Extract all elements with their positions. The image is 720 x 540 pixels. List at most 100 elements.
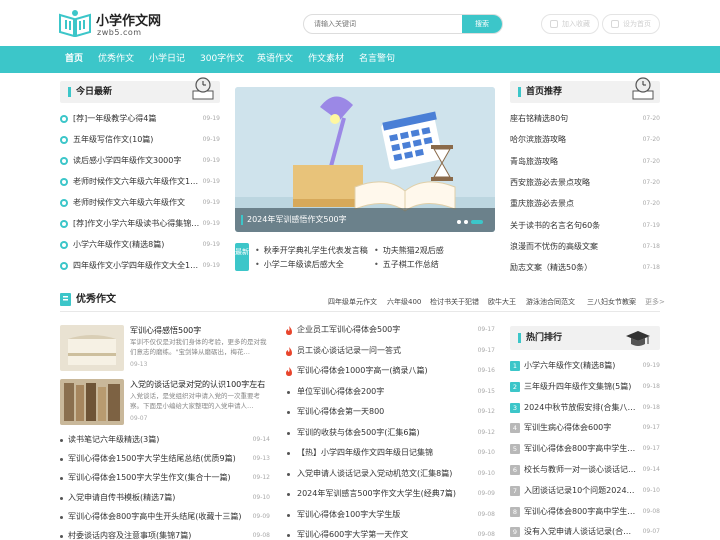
recommend-title: 首页推荐 (526, 87, 563, 97)
essay-item[interactable]: 入党申请人谈话记录入党动机范文(汇集8篇) 09-10 (285, 466, 495, 482)
essay-item[interactable]: 军训的收获与体会500字(汇集6篇) 09-12 (285, 425, 495, 441)
latest-item[interactable]: 四年级作文小学四年级作文大全1… 09-19 (60, 258, 220, 274)
ranking-item[interactable]: 4 军训生病心得体会600字 09-17 (510, 420, 660, 436)
nav-item-diary[interactable]: 小学日记 (149, 46, 185, 73)
recommend-item[interactable]: 座右铭精选80句 07-20 (510, 111, 660, 127)
carousel-dots[interactable] (454, 217, 483, 226)
book-icon (60, 293, 71, 306)
bullet-icon (60, 477, 63, 481)
newest-badge: 最新 (235, 243, 249, 271)
nav-item-300[interactable]: 300字作文 (200, 46, 244, 73)
essay-item[interactable]: 军训心得体会100字大学生版 09-08 (285, 507, 495, 523)
essay-item[interactable]: 军训心得体会1500字大学生作文(集合十一篇) 09-12 (60, 470, 270, 486)
essay-item[interactable]: 军训心得体会1500字大学生结尾总结(优质9篇) 09-13 (60, 451, 270, 467)
tag-link[interactable]: 四年级单元作文 (328, 297, 377, 307)
essay-item-text: 企业员工军训心得体会500字 (297, 325, 401, 334)
latest-item[interactable]: 五年级写信作文(10篇) 09-19 (60, 132, 220, 148)
site-title: 小学作文网 (96, 14, 162, 29)
latest-item[interactable]: [荐]一年级教学心得4篇 09-19 (60, 111, 220, 127)
essay-item-text: 军训心得体会800字高中生开头结尾(收藏十三篇) (68, 511, 242, 521)
carousel-dot[interactable] (457, 220, 461, 224)
newest-link[interactable]: 五子棋工作总结 (374, 259, 439, 270)
latest-item-date: 09-19 (202, 199, 220, 206)
tag-link[interactable]: 三八妇女节教案 (587, 297, 636, 307)
recommend-item[interactable]: 西安旅游必去景点攻略 07-20 (510, 175, 660, 191)
essay-card[interactable]: 入党的谈话记录对党的认识100字左右 入党谈话，是党组织对申请入党的一次重要考察… (60, 379, 265, 425)
ranking-item[interactable]: 1 小学六年级作文(精选8篇) 09-19 (510, 358, 660, 374)
essay-item[interactable]: 读书笔记六年级精选(3篇) 09-14 (60, 432, 270, 448)
ranking-item[interactable]: 5 军训心得体会800字高中学生… 09-17 (510, 441, 660, 457)
essay-card-title: 军训心得感悟500字 (130, 326, 202, 335)
essay-item[interactable]: 军训心得体会1000字高一(摘录八篇) 09-16 (285, 363, 495, 379)
essay-item[interactable]: 2024年军训感言500字作文大学生(经典7篇) 09-09 (285, 486, 495, 502)
latest-item[interactable]: 小学六年级作文(精选8篇) 09-19 (60, 237, 220, 253)
latest-item[interactable]: 老师时候作文六年级六年级作文 09-19 (60, 195, 220, 211)
essay-item[interactable]: 员工谈心谈话记录一问一答式 09-17 (285, 343, 495, 359)
recommend-item[interactable]: 关于读书的名言名句60条 07-19 (510, 218, 660, 234)
nav-item-home[interactable]: 首页 (65, 46, 83, 73)
essay-item-date: 09-10 (252, 493, 270, 501)
essay-item[interactable]: 军训心得600字大学第一天作文 09-08 (285, 527, 495, 540)
recommend-item[interactable]: 哈尔滨旅游攻略 07-20 (510, 132, 660, 148)
essay-item[interactable]: 军训心得体会800字高中生开头结尾(收藏十三篇) 09-09 (60, 509, 270, 525)
latest-item[interactable]: 老师时候作文六年级六年级作文1… 09-19 (60, 174, 220, 190)
nav-item-material[interactable]: 作文素材 (308, 46, 344, 73)
latest-item[interactable]: [荐]作文小学六年级读书心得集锦… 09-19 (60, 216, 220, 232)
accent-bar (241, 215, 243, 225)
recommend-item-date: 07-20 (642, 136, 660, 144)
recommend-item[interactable]: 青岛旅游攻略 07-20 (510, 154, 660, 170)
site-logo[interactable]: 小学作文网 zwb5.com (58, 9, 178, 39)
hero-banner[interactable]: 2024年军训感悟作文500字 (235, 87, 495, 232)
tag-link[interactable]: 检讨书关于犯错 (430, 297, 479, 307)
alarm-clock-icon (192, 77, 214, 100)
add-favorite-button[interactable]: 加入收藏 (541, 14, 599, 34)
essay-item-date: 09-10 (477, 469, 495, 477)
recommend-item-text: 座右铭精选80句 (510, 114, 569, 123)
nav-item-quotes[interactable]: 名言警句 (359, 46, 395, 73)
fire-icon (286, 346, 292, 356)
essay-card[interactable]: 军训心得感悟500字 军训不仅仅是对我们身体的考验，更多的是对我们意志的磨练。"… (60, 325, 267, 371)
banner-caption-bar: 2024年军训感悟作文500字 (235, 208, 495, 232)
tag-link[interactable]: 六年级400 (387, 297, 421, 307)
ranking-item-date: 09-17 (642, 445, 660, 453)
ranking-item[interactable]: 6 校长与教师一对一谈心谈话记… 09-14 (510, 462, 660, 478)
recommend-item[interactable]: 励志文案（精选50条） 07-18 (510, 260, 660, 276)
fire-icon (286, 367, 292, 376)
latest-item-date: 09-19 (202, 178, 220, 185)
newest-link[interactable]: 秋季开学典礼学生代表发言稿 (255, 245, 368, 256)
search-button[interactable]: 搜索 (462, 15, 502, 33)
latest-item[interactable]: 读后感小学四年级作文3000字 09-19 (60, 153, 220, 169)
nav-item-english[interactable]: 英语作文 (257, 46, 293, 73)
essay-card-desc: 入党谈话，是党组织对申请入党的一次重要考察。下面是小编给大家整理的入党申请人… (130, 392, 260, 410)
newest-link[interactable]: 功夫熊猫2观后感 (374, 245, 444, 256)
carousel-dot-active[interactable] (471, 220, 483, 224)
newest-link[interactable]: 小学二年级读后感大全 (255, 259, 344, 270)
rank-number: 4 (510, 423, 520, 434)
ranking-item[interactable]: 9 没有入党申请人谈话记录(合集… 09-07 (510, 524, 660, 540)
essay-item[interactable]: 军训心得体会第一天800 09-12 (285, 404, 495, 420)
tag-link[interactable]: 欧牛大王 (488, 297, 516, 307)
ranking-item[interactable]: 7 入团谈话记录10个问题2024(… 09-10 (510, 483, 660, 499)
carousel-dot[interactable] (464, 220, 468, 224)
latest-item-text: 四年级作文小学四年级作文大全1… (73, 261, 199, 270)
essay-item[interactable]: 企业员工军训心得体会500字 09-17 (285, 322, 495, 338)
essay-item[interactable]: 入党申请自传书模板(精选7篇) 09-10 (60, 490, 270, 506)
ranking-item[interactable]: 3 2024中秋节放假安排(合集八篇) 09-18 (510, 400, 660, 416)
search-input[interactable] (304, 15, 464, 33)
set-homepage-button[interactable]: 设为首页 (602, 14, 660, 34)
nav-item-excellent[interactable]: 优秀作文 (98, 46, 134, 73)
fire-icon (286, 326, 292, 335)
graduation-cap-icon (626, 331, 650, 346)
more-link[interactable]: 更多> (645, 297, 665, 307)
essay-item[interactable]: 【热】小学四年级作文四年级日记集锦 09-10 (285, 445, 495, 461)
ranking-item[interactable]: 2 三年级升四年级作文集锦(5篇) 09-18 (510, 379, 660, 395)
ranking-item[interactable]: 8 军训心得体会800字高中学生… 09-08 (510, 504, 660, 520)
tag-link[interactable]: 游泳池合同范文 (526, 297, 575, 307)
recommend-item-date: 07-19 (642, 221, 660, 229)
essay-item-text: 军训心得600字大学第一天作文 (297, 530, 409, 539)
recommend-item[interactable]: 重庆旅游必去景点 07-20 (510, 196, 660, 212)
excellent-title: 优秀作文 (76, 294, 116, 305)
essay-item[interactable]: 村委谈话内容及注意事项(集锦7篇) 09-08 (60, 528, 270, 540)
recommend-item[interactable]: 浪漫而不忧伤的高级文案 07-18 (510, 239, 660, 255)
essay-item[interactable]: 单位军训心得体会200字 09-15 (285, 384, 495, 400)
